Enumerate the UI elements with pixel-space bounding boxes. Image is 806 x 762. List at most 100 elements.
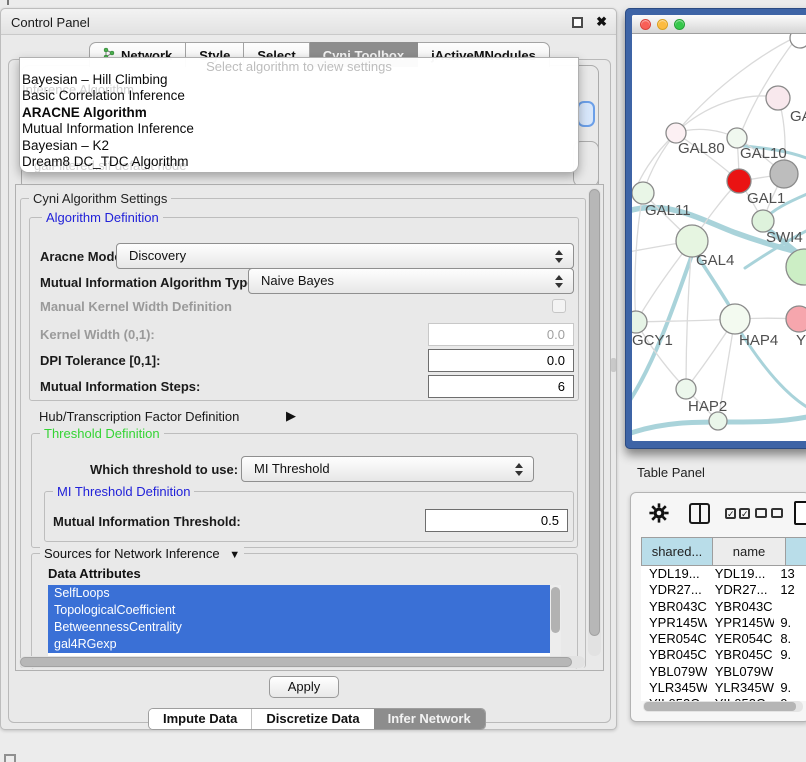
scrollbar-thumb[interactable] bbox=[589, 189, 600, 636]
zoom-traffic-light-icon[interactable] bbox=[674, 19, 685, 30]
table-cell: YDL19... bbox=[641, 566, 707, 582]
table-row[interactable]: YBR043CYBR043C bbox=[641, 599, 806, 615]
deselect-all-boxes-icon[interactable] bbox=[755, 508, 783, 518]
mi-algorithm-type-label: Mutual Information Algorithm Type: bbox=[40, 275, 259, 290]
which-threshold-label: Which threshold to use: bbox=[90, 462, 238, 477]
algorithm-option[interactable]: Bayesian – K2 bbox=[22, 138, 576, 154]
network-node[interactable] bbox=[676, 379, 696, 399]
table-row[interactable]: YPR145WYPR145W9. bbox=[641, 615, 806, 631]
attribute-item[interactable]: BetweennessCentrality bbox=[48, 619, 550, 636]
table-row[interactable]: YDR27...YDR27...12 bbox=[641, 582, 806, 598]
algorithm-option[interactable]: Bayesian – Hill Climbing bbox=[22, 72, 576, 88]
network-node[interactable] bbox=[786, 249, 806, 285]
data-attributes-list: SelfLoopsTopologicalCoefficientBetweenne… bbox=[48, 585, 561, 661]
which-threshold-combobox[interactable]: MI Threshold bbox=[241, 456, 534, 482]
table-row[interactable]: YLR345WYLR345W9. bbox=[641, 680, 806, 696]
control-panel-window: Control Panel ✖ Network Style Select Cyn… bbox=[0, 8, 617, 730]
document-icon[interactable] bbox=[794, 501, 806, 525]
kernel-width-input[interactable] bbox=[428, 323, 574, 346]
tab-infer-network[interactable]: Infer Network bbox=[374, 709, 485, 729]
table-cell: 8. bbox=[774, 631, 806, 647]
mi-steps-input[interactable] bbox=[428, 375, 574, 398]
mi-threshold-label: Mutual Information Threshold: bbox=[53, 514, 241, 529]
select-all-checks-icon[interactable]: ✓ ✓ bbox=[725, 508, 750, 519]
algorithm-option[interactable]: Basic Correlation Inference bbox=[22, 88, 576, 104]
network-node[interactable] bbox=[709, 412, 727, 430]
checked-box-icon: ✓ bbox=[725, 508, 736, 519]
combobox-value: Naive Bayes bbox=[261, 273, 334, 288]
close-traffic-light-icon[interactable] bbox=[640, 19, 651, 30]
scrollbar-thumb[interactable] bbox=[20, 657, 572, 667]
table-cell: YBR045C bbox=[641, 647, 707, 663]
algorithm-definition-group: Algorithm Definition Aracne Mode: Discov… bbox=[29, 217, 579, 401]
algorithm-dropdown-popup: Select algorithm to view settings Infere… bbox=[19, 57, 579, 173]
table-cell: 12 bbox=[774, 582, 806, 598]
aracne-mode-combobox[interactable]: Discovery bbox=[116, 243, 574, 269]
attribute-item[interactable]: gal4RGexp bbox=[48, 636, 550, 653]
table-cell: YBL079W bbox=[707, 664, 775, 680]
close-icon[interactable]: ✖ bbox=[596, 14, 607, 30]
attribute-item[interactable]: SelfLoops bbox=[48, 585, 550, 602]
column-header-shared[interactable]: shared... bbox=[641, 537, 713, 566]
table-row[interactable]: YBR045CYBR045C9. bbox=[641, 647, 806, 663]
network-node[interactable] bbox=[720, 304, 750, 334]
algorithm-option[interactable]: Dream8 DC_TDC Algorithm bbox=[22, 154, 576, 170]
threshold-definition-group: Threshold Definition Which threshold to … bbox=[31, 433, 578, 548]
mi-threshold-definition-group: MI Threshold Definition Mutual Informati… bbox=[44, 491, 574, 542]
minimize-traffic-light-icon[interactable] bbox=[657, 19, 668, 30]
cyni-algorithm-settings-group: Cyni Algorithm Settings Algorithm Defini… bbox=[20, 198, 586, 668]
column-header-partial[interactable] bbox=[785, 537, 806, 566]
network-node[interactable] bbox=[790, 34, 806, 48]
dpi-tolerance-input[interactable] bbox=[428, 349, 574, 372]
combobox-value: MI Threshold bbox=[254, 461, 330, 476]
network-svg: GALGAL80GAL10GAL1GAL11SWI4GAL4GCY1HAP4YH… bbox=[632, 34, 806, 441]
combobox-fragment bbox=[577, 101, 595, 127]
scrollbar-thumb[interactable] bbox=[644, 702, 796, 711]
table-row[interactable]: YBL079WYBL079W bbox=[641, 664, 806, 680]
spinner-arrows-icon bbox=[515, 463, 523, 476]
scrollbar-thumb[interactable] bbox=[551, 587, 560, 633]
algorithm-option[interactable]: ARACNE Algorithm bbox=[22, 105, 576, 121]
settings-horizontal-scrollbar[interactable] bbox=[19, 656, 585, 668]
manual-kernel-width-label: Manual Kernel Width Definition bbox=[40, 299, 232, 314]
attribute-item[interactable]: TopologicalCoefficient bbox=[48, 602, 550, 619]
network-edge bbox=[635, 193, 643, 322]
expander-expanded-icon[interactable]: ▼ bbox=[229, 549, 240, 561]
table-cell: YBL079W bbox=[641, 664, 707, 680]
sources-group: Sources for Network Inference ▼ Data Att… bbox=[31, 553, 578, 669]
columns-icon[interactable] bbox=[689, 503, 710, 524]
float-window-icon[interactable] bbox=[572, 17, 583, 28]
mi-threshold-input[interactable] bbox=[425, 509, 568, 532]
apply-button[interactable]: Apply bbox=[269, 676, 339, 698]
network-node-label: GAL10 bbox=[740, 145, 787, 162]
tab-discretize-data[interactable]: Discretize Data bbox=[251, 709, 373, 729]
manual-kernel-width-checkbox[interactable] bbox=[552, 299, 566, 313]
network-node[interactable] bbox=[766, 86, 790, 110]
table-cell bbox=[774, 664, 806, 680]
expander-collapsed-icon[interactable]: ▶ bbox=[286, 408, 296, 424]
attributes-scrollbar[interactable] bbox=[550, 585, 561, 661]
network-node-label: HAP4 bbox=[739, 332, 778, 349]
table-cell: YLR345W bbox=[641, 680, 707, 696]
network-node[interactable] bbox=[786, 306, 806, 332]
table-row[interactable]: YDL19...YDL19...13 bbox=[641, 566, 806, 582]
mi-algorithm-type-combobox[interactable]: Naive Bayes bbox=[248, 268, 574, 294]
settings-vertical-scrollbar[interactable] bbox=[588, 188, 601, 656]
network-canvas[interactable]: GALGAL80GAL10GAL1GAL11SWI4GAL4GCY1HAP4YH… bbox=[632, 34, 806, 441]
gear-icon[interactable] bbox=[649, 503, 669, 528]
table-horizontal-scrollbar[interactable] bbox=[643, 701, 803, 712]
kernel-width-label: Kernel Width (0,1): bbox=[40, 327, 155, 342]
table-cell: YLR345W bbox=[707, 680, 775, 696]
table-cell: YPR145W bbox=[641, 615, 707, 631]
network-node[interactable] bbox=[770, 160, 798, 188]
control-panel-title: Control Panel bbox=[11, 15, 90, 30]
group-title: Algorithm Definition bbox=[42, 210, 163, 225]
table-row[interactable]: YER054CYER054C8. bbox=[641, 631, 806, 647]
panel-resize-grip[interactable] bbox=[611, 358, 616, 372]
column-header-name[interactable]: name bbox=[712, 537, 786, 566]
algorithm-option[interactable]: Mutual Information Inference bbox=[22, 121, 576, 137]
tab-impute-data[interactable]: Impute Data bbox=[149, 709, 251, 729]
network-node[interactable] bbox=[632, 311, 647, 333]
minimized-panel-icon[interactable] bbox=[4, 754, 16, 762]
network-node[interactable] bbox=[632, 182, 654, 204]
